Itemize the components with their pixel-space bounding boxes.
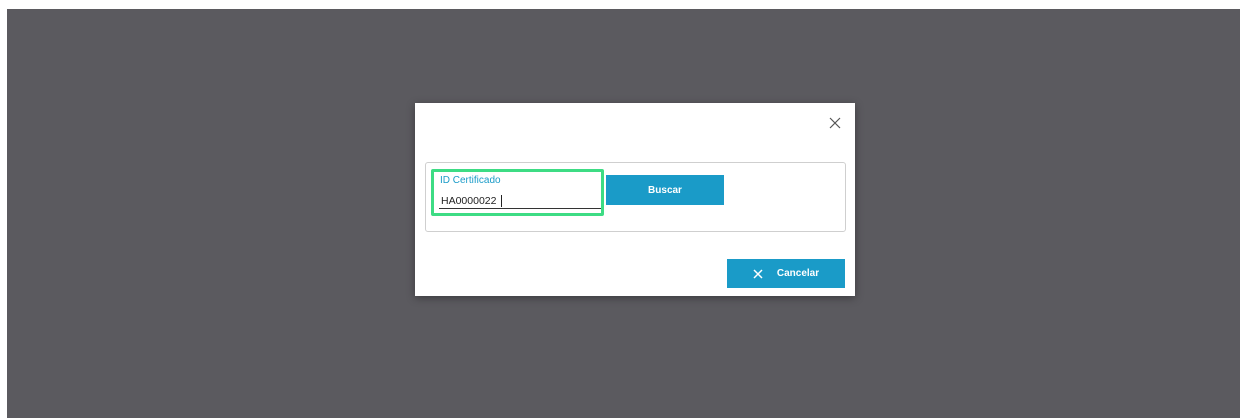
search-button[interactable]: Buscar (606, 175, 724, 205)
close-icon (829, 117, 841, 129)
certificate-id-input[interactable] (439, 194, 601, 209)
cancel-button-label: Cancelar (776, 268, 820, 279)
cancel-button[interactable]: Cancelar (727, 259, 845, 288)
search-panel: ID Certificado Buscar (425, 162, 846, 232)
close-button[interactable] (827, 115, 843, 131)
certificate-id-field: ID Certificado (431, 169, 604, 216)
search-certificate-dialog: ID Certificado Buscar Cancelar (415, 103, 855, 296)
text-caret (501, 195, 502, 207)
close-icon (753, 268, 763, 279)
search-button-label: Buscar (648, 184, 682, 196)
certificate-id-label: ID Certificado (440, 175, 501, 186)
